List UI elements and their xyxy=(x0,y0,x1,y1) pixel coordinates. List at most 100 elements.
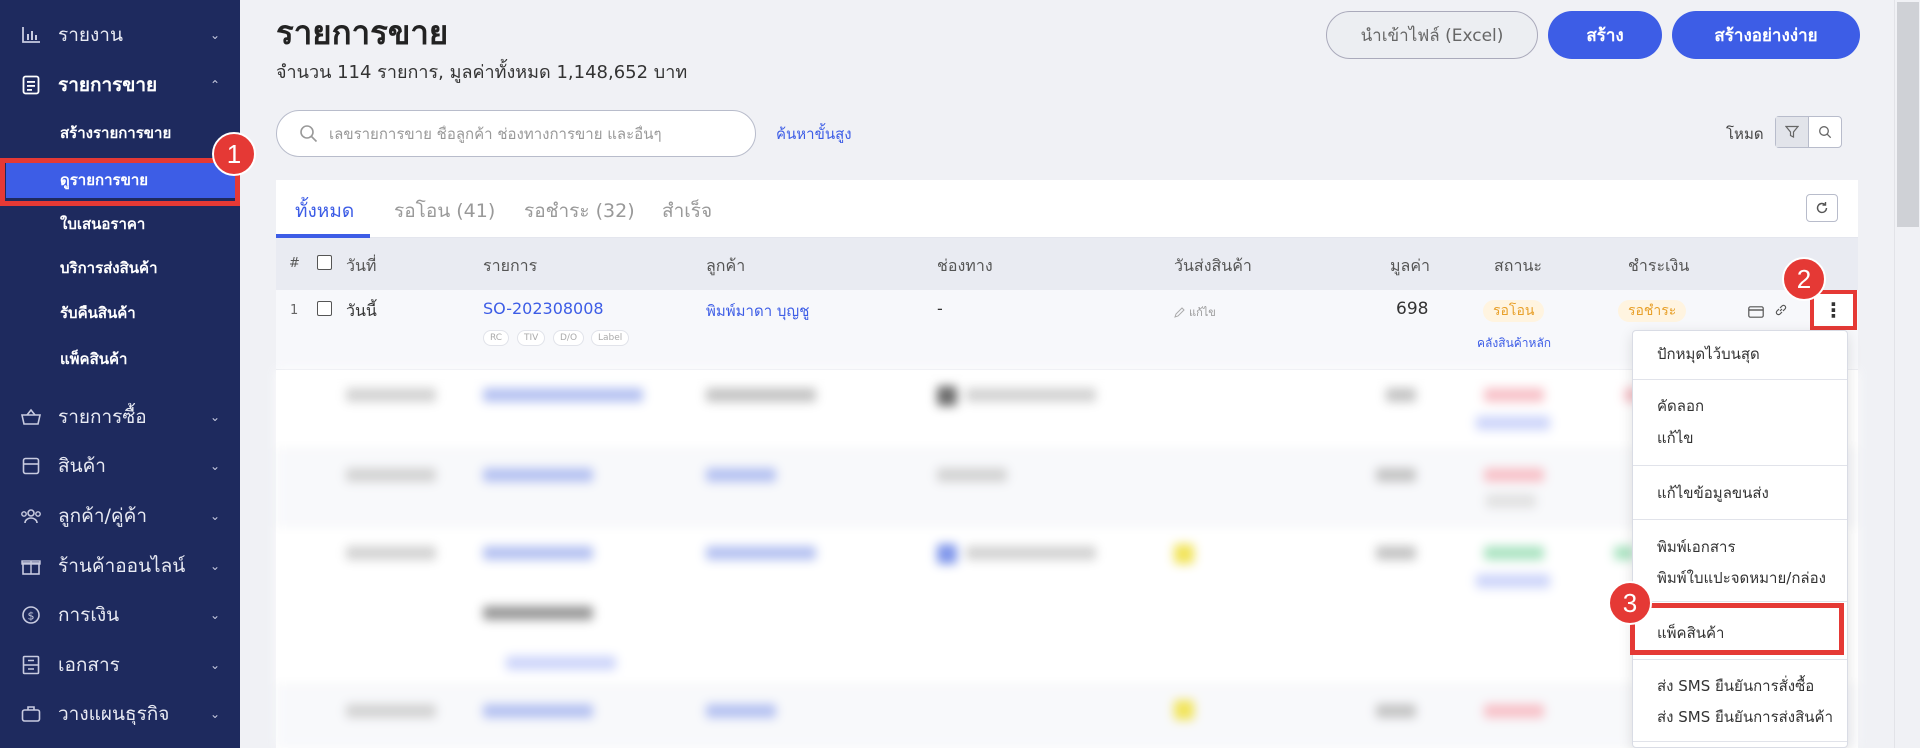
vertical-scrollbar[interactable] xyxy=(1894,0,1920,748)
sidebar-item-quotation[interactable]: ใบเสนอราคา xyxy=(0,206,240,242)
import-excel-button[interactable]: นำเข้าไฟล์ (Excel) xyxy=(1326,11,1538,59)
chevron-up-icon: ⌃ xyxy=(209,78,220,92)
sidebar-item-create-sale[interactable]: สร้างรายการขาย xyxy=(0,115,240,151)
table-row[interactable]: 1 วันนี้ SO-202308008 RC TIV D/O Label พ… xyxy=(276,290,1858,370)
page-title: รายการขาย xyxy=(276,13,449,52)
edit-icon xyxy=(1174,307,1185,318)
customer-link[interactable]: พิมพ์มาดา บุญชู xyxy=(706,299,809,323)
sub-label: รับคืนสินค้า xyxy=(60,304,136,322)
menu-item-edit-shipping[interactable]: แก้ไขข้อมูลขนส่ง xyxy=(1657,481,1769,505)
nav-label: วางแผนธุรกิจ xyxy=(58,703,170,725)
col-channel[interactable]: ช่องทาง xyxy=(937,254,993,279)
table-row xyxy=(276,370,1858,450)
briefcase-icon xyxy=(20,703,42,725)
menu-item-copy[interactable]: คัดลอก xyxy=(1657,394,1704,418)
sidebar-item-pack[interactable]: แพ็คสินค้า xyxy=(0,341,240,377)
select-all-checkbox[interactable] xyxy=(317,255,332,270)
nav-item-documents[interactable]: เอกสาร ⌄ xyxy=(0,645,240,685)
col-ship-date[interactable]: วันส่งสินค้า xyxy=(1174,254,1252,279)
payment-badge: รอชำระ xyxy=(1618,300,1687,322)
nav-item-customers[interactable]: ลูกค้า/คู่ค้า ⌄ xyxy=(0,496,240,536)
col-amount[interactable]: มูลค่า xyxy=(1390,254,1430,279)
col-status[interactable]: สถานะ xyxy=(1494,254,1542,279)
tab-pending-payment[interactable]: รอชำระ (32) xyxy=(524,196,635,226)
chevron-down-icon: ⌄ xyxy=(209,509,220,523)
search-icon xyxy=(1818,126,1831,139)
step-badge-3: 3 xyxy=(1608,581,1652,625)
nav-label: รายการซื้อ xyxy=(58,406,147,428)
tab-completed[interactable]: สำเร็จ xyxy=(662,196,712,226)
col-payment[interactable]: ชำระเงิน xyxy=(1628,254,1689,279)
chevron-down-icon: ⌄ xyxy=(209,608,220,622)
mode-toggle xyxy=(1775,116,1842,148)
col-customer[interactable]: ลูกค้า xyxy=(706,254,745,279)
menu-item-print-label[interactable]: พิมพ์ใบแปะจดหมาย/กล่อง xyxy=(1657,566,1826,590)
nav-item-products[interactable]: สินค้า ⌄ xyxy=(0,446,240,486)
step-badge-2: 2 xyxy=(1782,257,1826,301)
link-icon[interactable] xyxy=(1774,302,1788,321)
nav-item-finance[interactable]: $ การเงิน ⌄ xyxy=(0,595,240,635)
simple-create-button[interactable]: สร้างอย่างง่าย xyxy=(1672,11,1860,59)
refresh-button[interactable] xyxy=(1806,194,1838,222)
menu-item-pin[interactable]: ปักหมุดไว้บนสุด xyxy=(1657,342,1760,366)
row-channel: - xyxy=(937,299,943,318)
more-vertical-icon[interactable]: ⋮ xyxy=(1819,296,1848,324)
nav-item-business-plan[interactable]: วางแผนธุรกิจ ⌄ xyxy=(0,694,240,734)
row-number: 1 xyxy=(290,303,299,318)
sub-label: บริการส่งสินค้า xyxy=(60,259,158,277)
tag-label[interactable]: Label xyxy=(591,330,630,346)
ship-date-edit[interactable]: แก้ไข xyxy=(1174,303,1216,321)
nav-item-purchases[interactable]: รายการซื้อ ⌄ xyxy=(0,397,240,437)
create-button[interactable]: สร้าง xyxy=(1548,11,1662,59)
sub-label: แพ็คสินค้า xyxy=(60,350,128,368)
nav-label: การเงิน xyxy=(58,604,120,626)
row-checkbox[interactable] xyxy=(317,301,332,316)
advanced-search-link[interactable]: ค้นหาขั้นสูง xyxy=(776,122,852,146)
menu-item-print-document[interactable]: พิมพ์เอกสาร xyxy=(1657,535,1736,559)
sidebar-item-view-sales[interactable]: ดูรายการขาย xyxy=(6,162,236,198)
sidebar-item-returns[interactable]: รับคืนสินค้า xyxy=(0,295,240,331)
tab-bar: ทั้งหมด รอโอน (41) รอชำระ (32) สำเร็จ xyxy=(276,180,1858,238)
nav-label: สินค้า xyxy=(58,455,106,477)
nav-label: รายการขาย xyxy=(58,74,158,96)
nav-label: ลูกค้า/คู่ค้า xyxy=(58,505,148,527)
menu-item-sms-shipping[interactable]: ส่ง SMS ยืนยันการส่งสินค้า xyxy=(1657,705,1833,729)
nav-item-sales[interactable]: รายการขาย ⌃ xyxy=(0,65,240,105)
chevron-down-icon: ⌄ xyxy=(209,707,220,721)
search-mode-button[interactable] xyxy=(1809,117,1842,147)
order-number-link[interactable]: SO-202308008 xyxy=(483,299,604,318)
search-input[interactable] xyxy=(329,124,729,143)
nav-label: เอกสาร xyxy=(58,654,120,676)
blurred-rows xyxy=(276,370,1858,748)
tab-pending-transfer[interactable]: รอโอน (41) xyxy=(394,196,495,226)
scrollbar-thumb[interactable] xyxy=(1897,2,1919,227)
step-badge-1: 1 xyxy=(212,132,256,176)
nav-item-reports[interactable]: รายงาน ⌄ xyxy=(0,15,240,55)
sub-label: ดูรายการขาย xyxy=(60,171,149,189)
row-amount: 698 xyxy=(1396,299,1429,319)
menu-divider xyxy=(1633,741,1847,742)
tab-all[interactable]: ทั้งหมด xyxy=(295,196,354,226)
filter-mode-button[interactable] xyxy=(1776,117,1809,147)
nav-item-online-store[interactable]: ร้านค้าออนไลน์ ⌄ xyxy=(0,546,240,586)
page-summary: จำนวน 114 รายการ, มูลค่าทั้งหมด 1,148,65… xyxy=(276,62,688,83)
card-icon[interactable] xyxy=(1748,303,1764,322)
menu-item-pack[interactable]: แพ็คสินค้า xyxy=(1657,621,1724,645)
menu-divider xyxy=(1633,465,1847,466)
table-row xyxy=(276,450,1858,526)
tag-do[interactable]: D/O xyxy=(553,330,585,346)
tag-rc[interactable]: RC xyxy=(483,330,510,346)
col-order[interactable]: รายการ xyxy=(483,254,537,279)
search-icon xyxy=(300,124,318,142)
menu-item-edit[interactable]: แก้ไข xyxy=(1657,426,1694,450)
menu-divider xyxy=(1633,379,1847,380)
tag-tiv[interactable]: TIV xyxy=(517,330,546,346)
sub-label: สร้างรายการขาย xyxy=(60,124,172,142)
sub-label: ใบเสนอราคา xyxy=(60,215,146,233)
col-date[interactable]: วันที่ xyxy=(346,254,376,279)
bar-chart-icon xyxy=(20,24,42,46)
sidebar-item-shipping[interactable]: บริการส่งสินค้า xyxy=(0,250,240,286)
warehouse-link[interactable]: คลังสินค้าหลัก xyxy=(1477,334,1551,353)
chevron-down-icon: ⌄ xyxy=(209,459,220,473)
menu-item-sms-order[interactable]: ส่ง SMS ยืนยันการสั่งซื้อ xyxy=(1657,674,1814,698)
